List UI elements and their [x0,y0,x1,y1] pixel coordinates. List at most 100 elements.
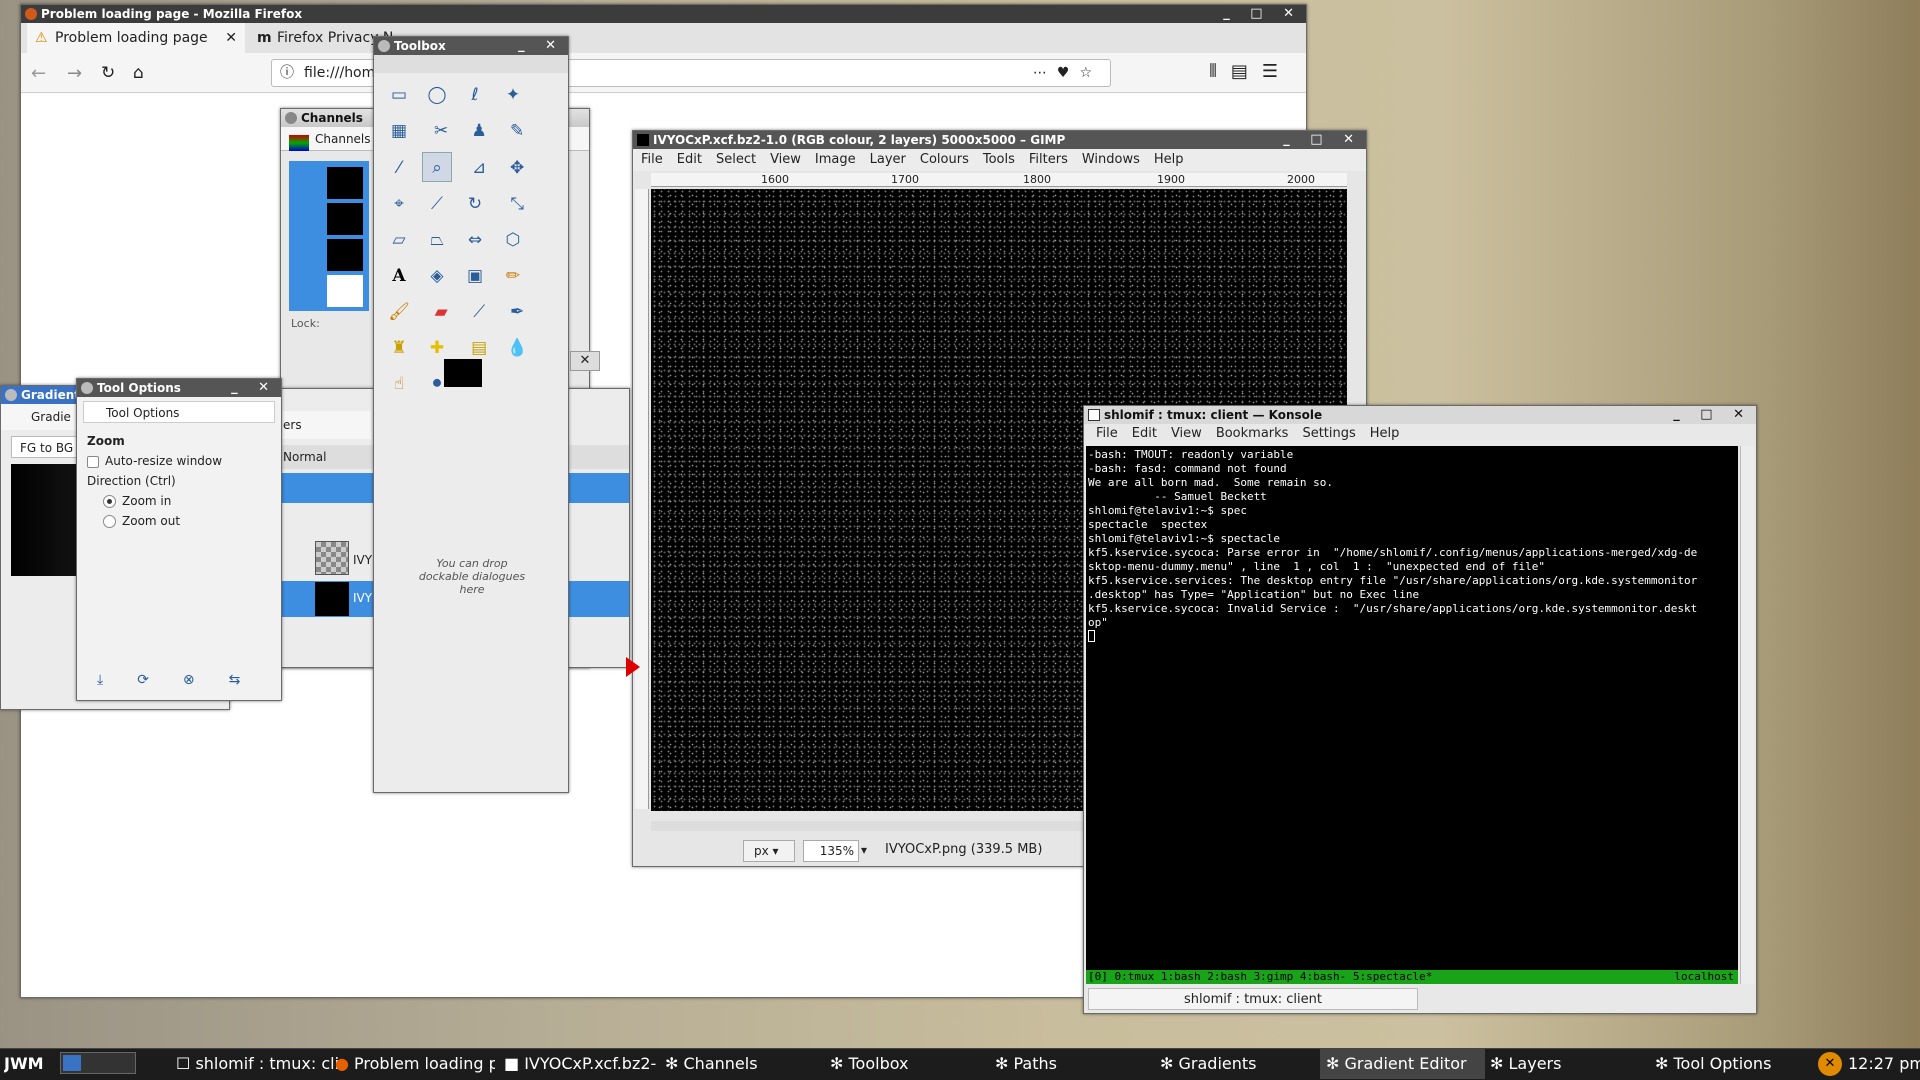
jwm-menu-button[interactable]: JWM [4,1049,44,1079]
blend-icon[interactable]: ▣ [460,261,490,291]
taskbar-item-toolbox[interactable]: ✻ Toolbox [830,1049,909,1079]
menu-edit[interactable]: Edit [1132,426,1157,441]
airbrush-icon[interactable]: ⟋ [464,297,494,327]
radio-dot[interactable] [103,495,116,508]
align-icon[interactable]: ⌖ [384,189,414,219]
close-icon[interactable]: ✕ [580,353,591,368]
menu-layer[interactable]: Layer [870,152,906,167]
home-icon[interactable]: ⌂ [133,63,144,83]
foreground-select-icon[interactable]: ♟ [464,116,494,146]
tool-options-actions[interactable]: ⤓⟳⊗⇆ [97,672,274,688]
taskbar-item-gimp-image[interactable]: ■ IVYOCxP.xcf.bz2- [504,1049,662,1079]
menu-image[interactable]: Image [815,152,856,167]
zoom-dropdown-icon[interactable]: ▾ [861,840,879,862]
zoom-out-radio[interactable]: Zoom out [87,511,271,531]
rect-select-icon[interactable]: ▭ [384,80,414,110]
scale-icon[interactable]: ⤡ [502,189,532,219]
text-icon[interactable]: A [384,261,414,291]
crop-icon[interactable]: ⟋ [422,189,452,219]
scissors-icon[interactable]: ✂ [426,116,456,146]
konsole-tab[interactable]: shlomif : tmux: client [1088,988,1418,1010]
menu-help[interactable]: Help [1154,152,1184,167]
menu-help[interactable]: Help [1370,426,1400,441]
pencil-icon[interactable]: ✏ [498,261,528,291]
taskbar-item-gradient-editor[interactable]: ✻ Gradient Editor [1320,1049,1485,1079]
color-picker-icon[interactable]: ⁄ [384,153,414,183]
foreground-color[interactable] [444,359,482,387]
bucket-fill-icon[interactable]: ◈ [422,261,452,291]
zoom-icon[interactable]: ⌕ [422,152,452,182]
firefox-titlebar[interactable]: Problem loading page - Mozilla Firefox _ … [21,5,1306,23]
ink-icon[interactable]: ✒ [502,297,532,327]
free-select-icon[interactable]: ℓ [460,80,490,110]
measure-icon[interactable]: ⊿ [464,153,494,183]
tool-options-titlebar[interactable]: Tool Options _ ✕ [77,379,281,397]
tray-x-icon[interactable]: ✕ [1818,1052,1842,1076]
page-actions-icon[interactable]: ⋯♥☆ [1033,60,1102,86]
rotate-icon[interactable]: ↻ [460,189,490,219]
menu-filters[interactable]: Filters [1029,152,1068,167]
taskbar-item-firefox[interactable]: ● Problem loading p [335,1049,495,1079]
pager-desktop-1[interactable] [63,1055,81,1071]
pager[interactable] [60,1052,136,1074]
back-icon[interactable]: ← [31,63,46,84]
menu-edit[interactable]: Edit [677,152,702,167]
zoom-field[interactable]: 135% [803,840,859,862]
tool-options-tab[interactable]: Tool Options [83,401,275,423]
menu-view[interactable]: View [1171,426,1202,441]
taskbar-item-gradients[interactable]: ✻ Gradients [1160,1049,1256,1079]
window-controls[interactable]: _ □ ✕ [1223,5,1302,23]
toolbox-titlebar[interactable]: Toolbox _ ✕ [374,37,568,55]
window-controls[interactable]: _ □ ✕ [1673,406,1752,424]
fuzzy-select-icon[interactable]: ✦ [498,80,528,110]
smudge-icon[interactable]: ☝ [384,369,414,399]
layers-tab[interactable]: ers [281,411,371,439]
cage-icon[interactable]: ⬡ [498,225,528,255]
vertical-ruler[interactable] [635,189,649,809]
menu-file[interactable]: File [1096,426,1118,441]
menu-tools[interactable]: Tools [983,152,1015,167]
channels-list[interactable] [289,161,369,311]
eraser-icon[interactable]: ▰ [426,297,456,327]
auto-resize-checkbox[interactable]: Auto-resize window [87,451,271,471]
taskbar-item-konsole[interactable]: ☐ shlomif : tmux: cli [176,1049,339,1079]
menu-view[interactable]: View [770,152,801,167]
paintbrush-icon[interactable]: 🖌 [384,297,414,327]
taskbar-item-paths[interactable]: ✻ Paths [995,1049,1057,1079]
window-controls[interactable]: _ ✕ [231,379,277,397]
ellipse-select-icon[interactable]: ◯ [422,80,452,110]
menu-windows[interactable]: Windows [1082,152,1140,167]
move-icon[interactable]: ✥ [502,153,532,183]
taskbar-item-layers[interactable]: ✻ Layers [1490,1049,1561,1079]
menu-settings[interactable]: Settings [1302,426,1355,441]
checkbox-box[interactable] [87,455,99,468]
radio-dot[interactable] [103,515,116,528]
terminal-scrollbar[interactable] [1740,446,1754,984]
menu-colours[interactable]: Colours [920,152,969,167]
forward-icon[interactable]: → [67,63,82,84]
taskbar-item-channels[interactable]: ✻ Channels [665,1049,758,1079]
menu-file[interactable]: File [641,152,663,167]
color-select-icon[interactable]: ▦ [384,116,414,146]
reload-icon[interactable]: ↻ [101,63,115,83]
menu-bookmarks[interactable]: Bookmarks [1216,426,1289,441]
perspective-icon[interactable]: ⏢ [422,225,452,255]
flip-icon[interactable]: ⇔ [460,225,490,255]
blur-icon[interactable]: 💧 [502,333,532,363]
terminal-area[interactable]: -bash: TMOUT: readonly variable -bash: f… [1086,446,1738,984]
konsole-titlebar[interactable]: shlomif : tmux: client — Konsole _ □ ✕ [1084,406,1756,424]
horizontal-ruler[interactable]: 1600 1700 1800 1900 2000 [651,173,1347,187]
unit-select[interactable]: px ▾ [743,840,795,862]
paths-icon[interactable]: ✎ [502,116,532,146]
window-controls[interactable]: _ □ ✕ [1283,131,1362,149]
shear-icon[interactable]: ▱ [384,225,414,255]
toolbar-icons[interactable]: ⫴▤☰ [1209,61,1292,82]
gimp-titlebar[interactable]: IVYOCxP.xcf.bz2-1.0 (RGB colour, 2 layer… [633,131,1366,149]
zoom-in-radio[interactable]: Zoom in [87,491,271,511]
clone-icon[interactable]: ♜ [384,333,414,363]
tab-problem-loading[interactable]: ⚠ Problem loading page ✕ [27,23,245,53]
menu-select[interactable]: Select [716,152,756,167]
taskbar-item-tool-options[interactable]: ✻ Tool Options [1655,1049,1771,1079]
window-controls[interactable]: _ ✕ [518,37,564,55]
close-tab-icon[interactable]: ✕ [225,23,237,53]
